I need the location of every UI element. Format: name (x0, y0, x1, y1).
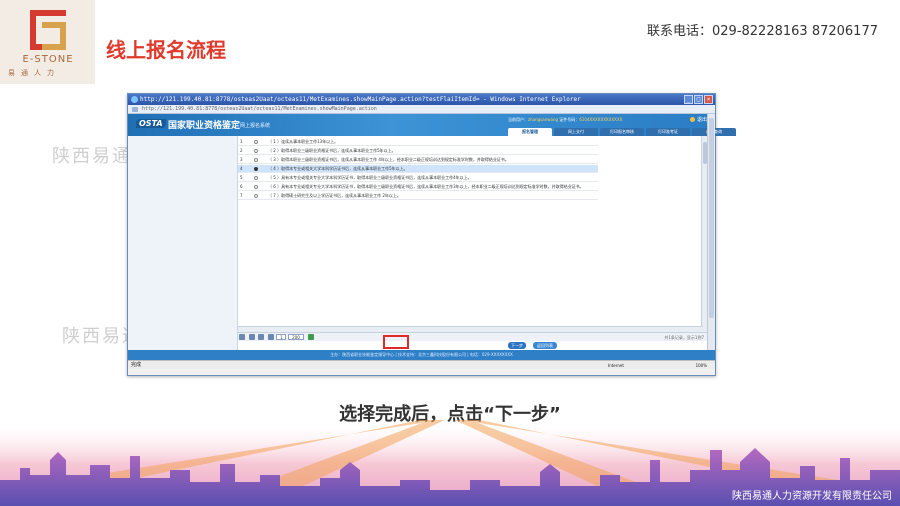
row-radio[interactable] (254, 194, 258, 198)
exit-label: 退出 (696, 117, 707, 123)
row-number: 7 (240, 193, 243, 198)
user-label: 当前用户： (508, 117, 528, 122)
row-text: （ 7 ）取得硕士研究生及以上学历证书后，连续从事本职业工作 2年以上。 (268, 193, 401, 198)
row-radio[interactable] (254, 176, 258, 180)
page-vertical-scrollbar[interactable] (707, 114, 715, 360)
row-radio[interactable] (254, 149, 258, 153)
tab-payment[interactable]: 网上支付 (554, 128, 598, 136)
row-text: （ 2 ）取得本职业三级职业资格证书后，连续从事本职业工作5年以上。 (268, 148, 396, 153)
first-page-icon[interactable] (239, 333, 245, 340)
logo-chinese-text: 易通人力 (8, 69, 60, 77)
slide: E-STONE 易通人力 线上报名流程 联系电话：029-82228163 87… (0, 0, 900, 506)
maximize-button[interactable]: □ (694, 95, 703, 104)
table-row[interactable]: 2 （ 2 ）取得本职业三级职业资格证书后，连续从事本职业工作5年以上。 (238, 147, 598, 155)
next-page-icon[interactable] (258, 333, 265, 340)
table-row-selected[interactable]: 4 （ 4 ）取得本专业或相关大学本科学历证书后，连续从事本职业工作5年以上。 (238, 165, 598, 173)
row-text: （ 4 ）取得本专业或相关大学本科学历证书后，连续从事本职业工作5年以上。 (268, 166, 408, 171)
exit-icon (689, 117, 695, 122)
row-number: 6 (240, 184, 243, 189)
table-row[interactable]: 7 （ 7 ）取得硕士研究生及以上学历证书后，连续从事本职业工作 2年以上。 (238, 192, 598, 200)
row-text: （ 3 ）取得本职业三级职业资格证书后，连续从事本职业工作 4年以上，经本职业二… (268, 157, 509, 162)
row-number: 5 (240, 175, 243, 180)
tab-print-ticket[interactable]: 打印准考证 (646, 128, 690, 136)
address-url: http://121.199.40.81:8778/osteas2Uaat/oc… (142, 106, 377, 112)
last-page-icon[interactable] (267, 333, 274, 340)
row-number: 4 (240, 166, 243, 171)
row-text: （ 1 ）连续从事本职业工作13年以上。 (268, 139, 339, 144)
row-text: （ 6 ）具有本专业或相关专业大学本科学历证书，取得本职业三级职业资格证书后，连… (268, 184, 584, 189)
contact-phone: 联系电话：029-82228163 87206177 (647, 24, 878, 39)
browser-window: http://121.199.40.81:8778/osteas2Uaat/oc… (127, 93, 736, 376)
osta-logo: OSTA (136, 119, 166, 128)
site-footer: 主办：陕西省职业技能鉴定指导中心 | 技术支持：北京三鑫科技股份有限公司 | 电… (128, 350, 715, 360)
id-label: 证件号码： (558, 117, 580, 122)
company-logo: E-STONE 易通人力 (0, 0, 95, 84)
row-radio-checked[interactable] (254, 167, 258, 171)
page-number-input[interactable]: 1 (276, 333, 287, 340)
logo-english-text: E-STONE (22, 54, 74, 65)
condition-grid: 1 （ 1 ）连续从事本职业工作13年以上。 2 （ 2 ）取得本职业三级职业资… (237, 136, 709, 350)
browser-title: http://121.199.40.81:8778/osteas2Uaat/oc… (140, 96, 581, 103)
refresh-icon[interactable] (307, 333, 314, 340)
next-step-button[interactable]: 下一步 (508, 342, 526, 349)
row-number: 3 (240, 157, 243, 162)
left-pane (128, 136, 237, 350)
browser-titlebar: http://121.199.40.81:8778/osteas2Uaat/oc… (128, 94, 715, 105)
security-zone: Internet (608, 363, 624, 368)
action-buttons: 下一步 返回列表 (238, 341, 708, 350)
table-row[interactable]: 3 （ 3 ）取得本职业三级职业资格证书后，连续从事本职业工作 4年以上，经本职… (238, 156, 598, 164)
company-name: 陕西易通人力资源开发有限责任公司 (732, 491, 892, 502)
row-number: 2 (240, 148, 243, 153)
table-row[interactable]: 5 （ 5 ）具有本专业或相关专业大学本科学历证书，取得本职业三级职业资格证书后… (238, 174, 598, 182)
tab-registration[interactable]: 报名管理 (508, 128, 552, 136)
page-size-select[interactable]: 200 (287, 333, 304, 340)
row-radio[interactable] (254, 185, 258, 189)
row-radio[interactable] (254, 140, 258, 144)
site-name: 国家职业资格鉴定 (168, 121, 241, 131)
row-radio[interactable] (254, 158, 258, 162)
status-text: 完成 (131, 362, 142, 368)
next-button-highlight (383, 335, 409, 349)
zoom-level[interactable]: 100% (696, 361, 707, 370)
exit-button[interactable]: 退出 (689, 116, 707, 123)
close-button[interactable]: × (704, 95, 713, 104)
row-number: 1 (240, 139, 243, 144)
site-header: OSTA 国家职业资格鉴定 网上报名系统 当前用户：zhangsanwang 证… (128, 114, 736, 136)
site-subtitle: 网上报名系统 (240, 123, 271, 129)
prev-page-icon[interactable] (248, 333, 255, 340)
ie-browser-icon (131, 96, 138, 103)
id-value: 6104XXXXXXXXXXXX (579, 117, 623, 122)
user-info: 当前用户：zhangsanwang 证件号码：6104XXXXXXXXXXXX (508, 117, 622, 123)
back-to-list-button[interactable]: 返回列表 (533, 342, 557, 349)
logo-mark-icon (30, 10, 66, 50)
table-row[interactable]: 6 （ 6 ）具有本专业或相关专业大学本科学历证书，取得本职业三级职业资格证书后… (238, 183, 598, 191)
slide-title: 线上报名流程 (106, 38, 226, 62)
pager: 1 200 共1条记录，显示1到7 (238, 332, 708, 341)
main-tabs: 报名管理 网上支付 打印报名审核 打印准考证 成绩查询 (508, 128, 736, 136)
page-icon (132, 107, 138, 112)
address-bar[interactable]: http://121.199.40.81:8778/osteas2Uaat/oc… (128, 105, 715, 114)
table-row[interactable]: 1 （ 1 ）连续从事本职业工作13年以上。 (238, 138, 598, 146)
tab-print-review[interactable]: 打印报名审核 (600, 128, 644, 136)
user-value: zhangsanwang (528, 117, 559, 122)
row-text: （ 5 ）具有本专业或相关专业大学本科学历证书，取得本职业三级职业资格证书后，连… (268, 175, 472, 180)
minimize-button[interactable]: _ (684, 95, 693, 104)
browser-statusbar: 完成 Internet 100% (128, 360, 715, 369)
